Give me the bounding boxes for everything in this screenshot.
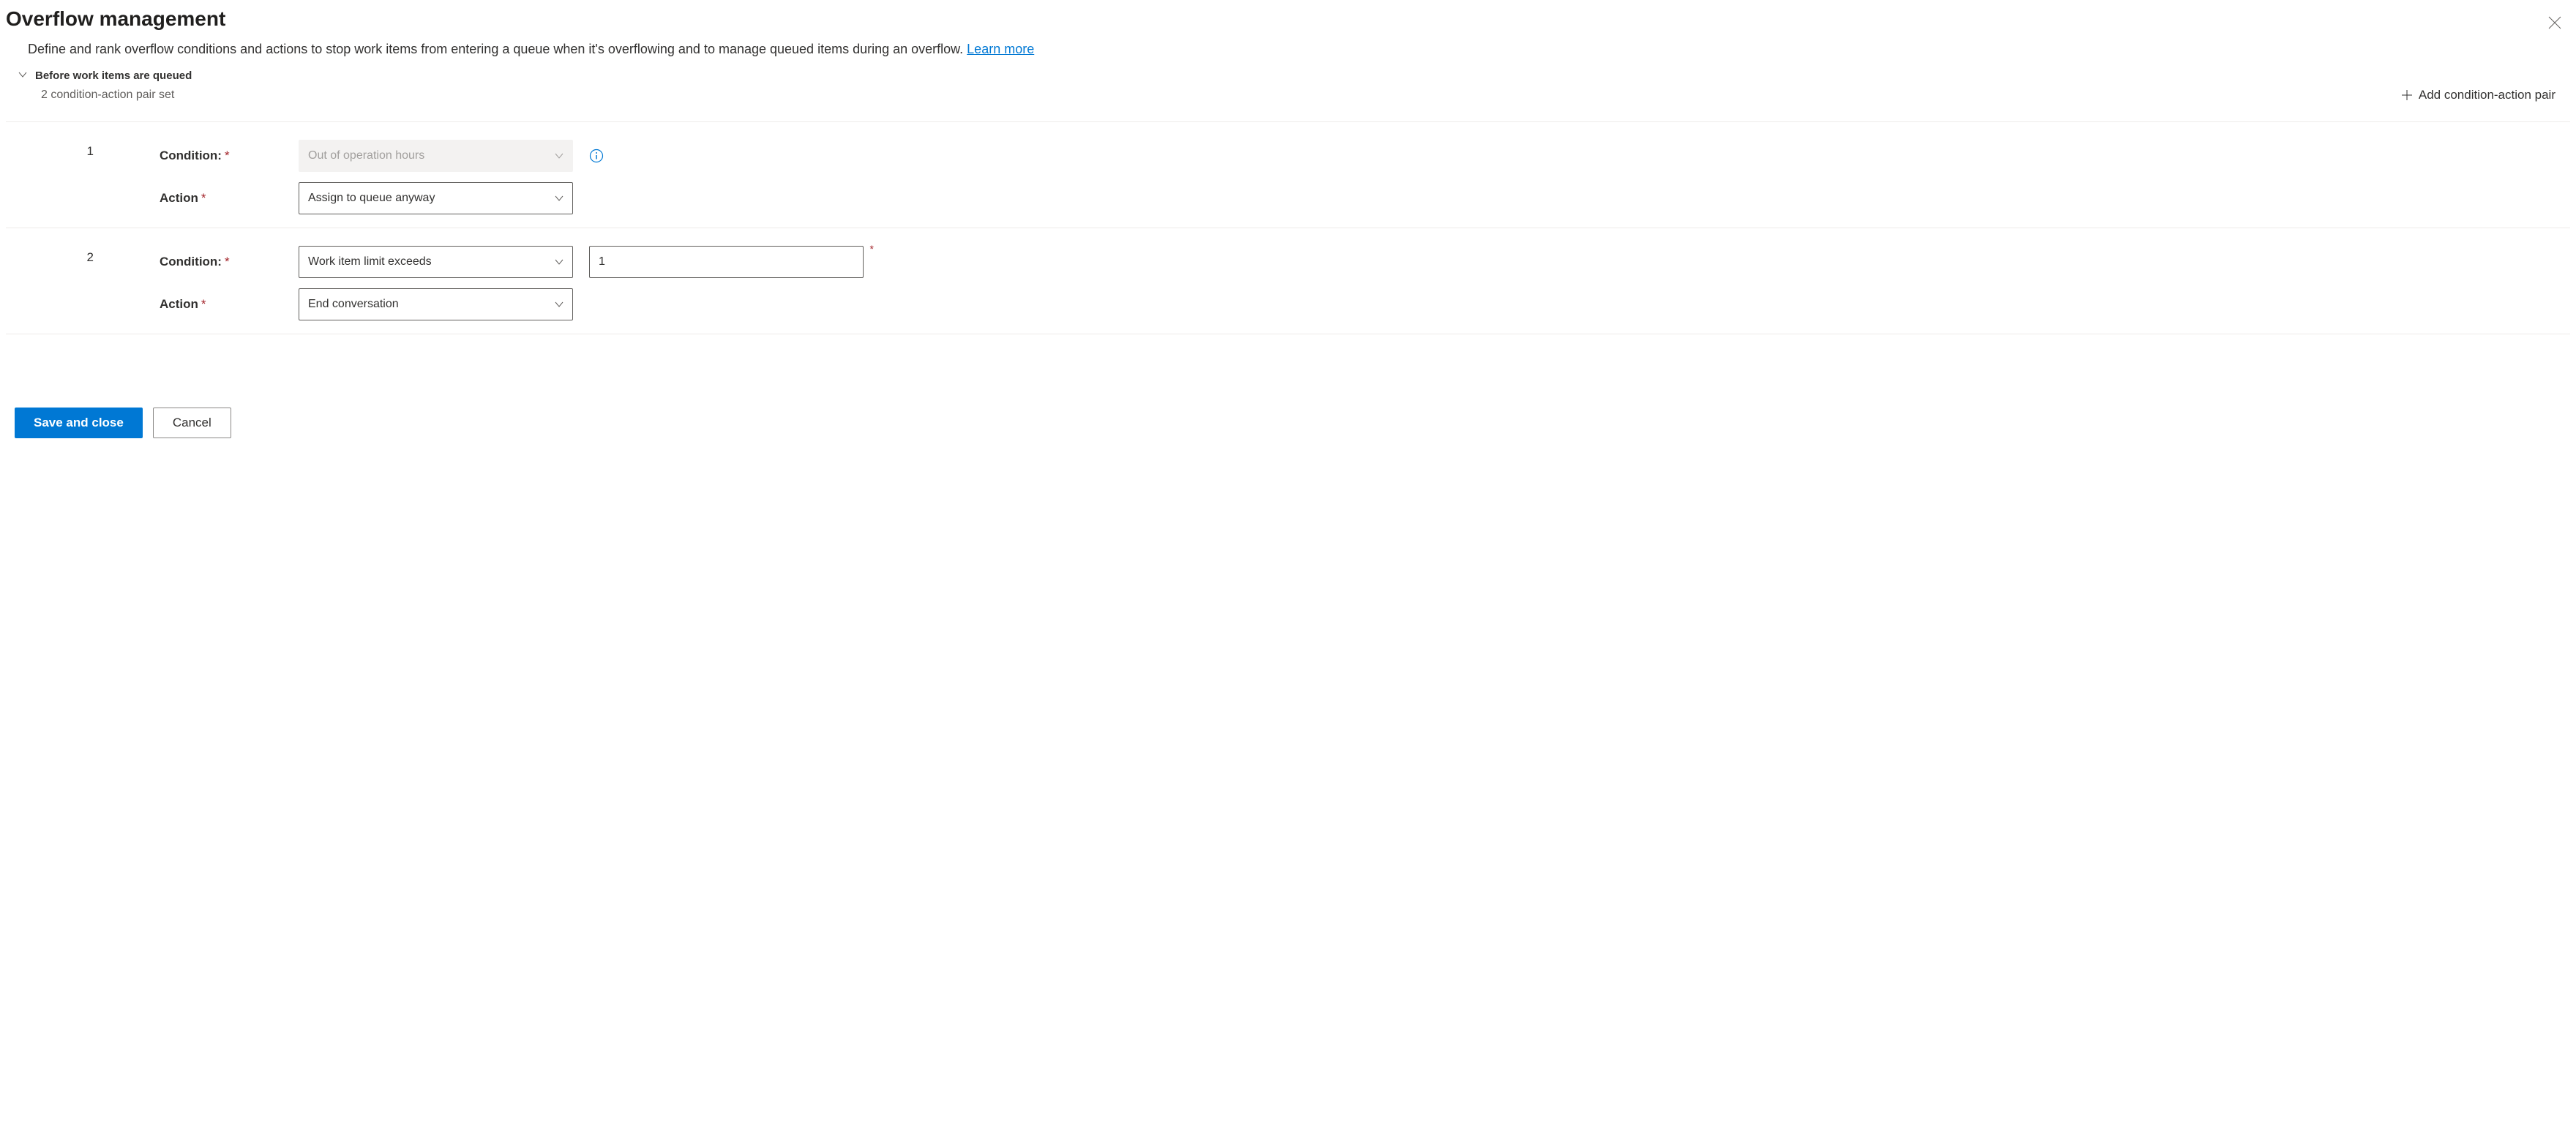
add-pair-label: Add condition-action pair bbox=[2419, 88, 2556, 102]
close-icon bbox=[2548, 16, 2561, 29]
action-label: Action* bbox=[160, 297, 299, 312]
chevron-down-icon bbox=[555, 194, 564, 203]
page-title: Overflow management bbox=[6, 7, 225, 31]
page-description: Define and rank overflow conditions and … bbox=[6, 40, 2570, 59]
action-select[interactable]: End conversation bbox=[299, 288, 573, 320]
condition-value: Out of operation hours bbox=[308, 149, 424, 162]
limit-value-input[interactable] bbox=[589, 246, 864, 278]
pair-index: 2 bbox=[6, 246, 94, 265]
condition-action-pair: 1 Condition:* Out of operation hours bbox=[6, 122, 2570, 228]
chevron-down-icon bbox=[555, 300, 564, 309]
condition-select: Out of operation hours bbox=[299, 140, 573, 172]
action-value: End conversation bbox=[308, 298, 399, 311]
cancel-button[interactable]: Cancel bbox=[153, 408, 231, 438]
learn-more-link[interactable]: Learn more bbox=[967, 42, 1034, 56]
description-text: Define and rank overflow conditions and … bbox=[28, 42, 967, 56]
action-select[interactable]: Assign to queue anyway bbox=[299, 182, 573, 214]
chevron-down-icon bbox=[555, 258, 564, 266]
condition-label: Condition:* bbox=[160, 149, 299, 163]
pair-index: 1 bbox=[6, 140, 94, 159]
plus-icon bbox=[2401, 89, 2413, 101]
save-and-close-button[interactable]: Save and close bbox=[15, 408, 143, 438]
add-condition-action-button[interactable]: Add condition-action pair bbox=[2395, 83, 2561, 107]
close-button[interactable] bbox=[2542, 10, 2567, 37]
section-title: Before work items are queued bbox=[35, 70, 192, 82]
condition-action-pair: 2 Condition:* Work item limit exceeds * bbox=[6, 228, 2570, 334]
condition-value: Work item limit exceeds bbox=[308, 255, 432, 269]
chevron-down-icon bbox=[555, 151, 564, 160]
info-icon[interactable] bbox=[589, 149, 604, 163]
action-value: Assign to queue anyway bbox=[308, 192, 435, 205]
condition-select[interactable]: Work item limit exceeds bbox=[299, 246, 573, 278]
chevron-down-icon[interactable] bbox=[18, 70, 28, 82]
required-indicator: * bbox=[870, 243, 874, 255]
pair-count-label: 2 condition-action pair set bbox=[41, 89, 174, 102]
action-label: Action* bbox=[160, 191, 299, 206]
condition-label: Condition:* bbox=[160, 255, 299, 269]
